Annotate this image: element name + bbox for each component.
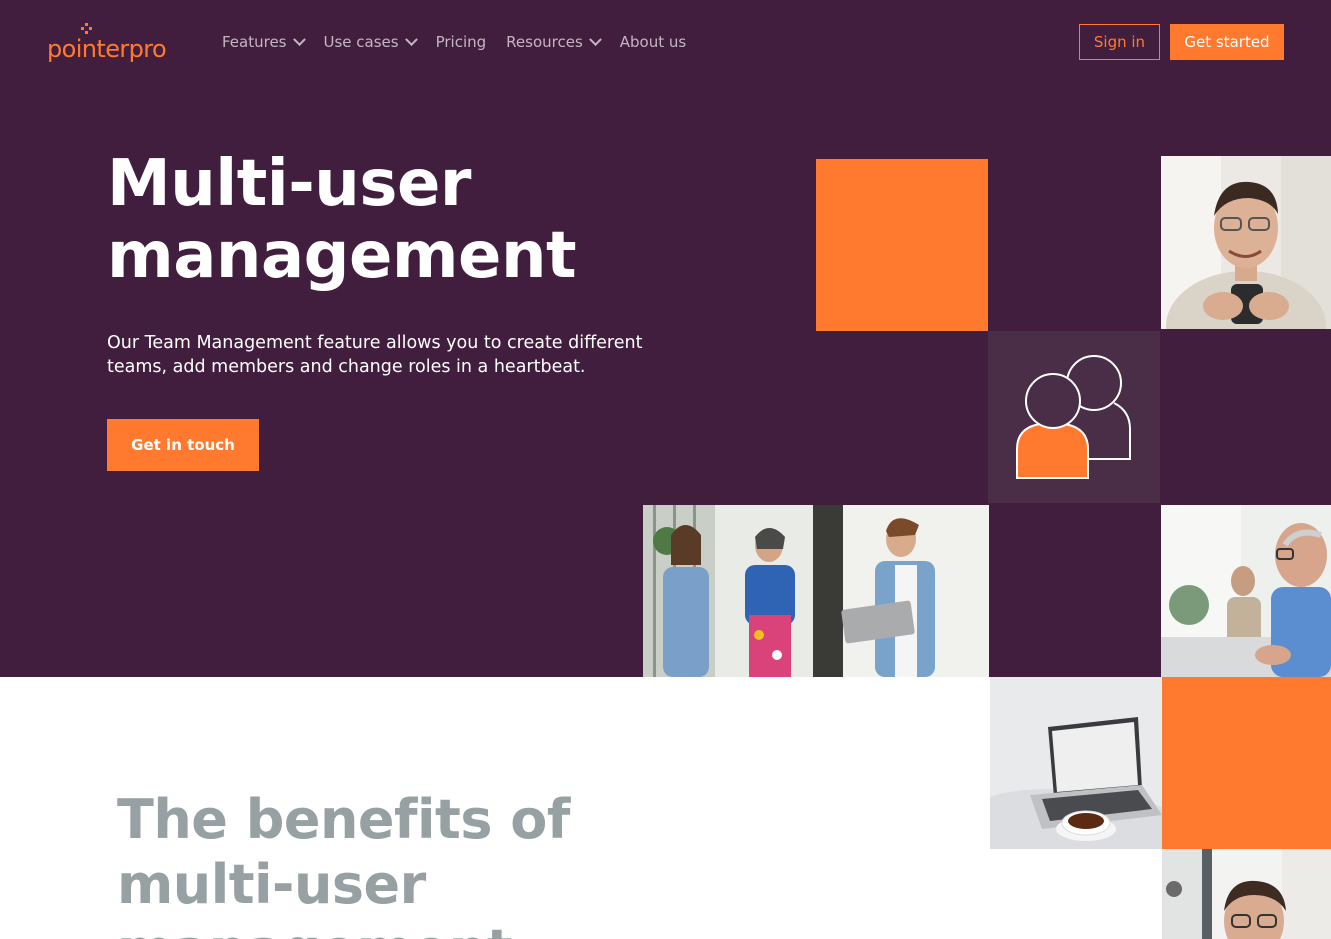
nav-label: Pricing — [435, 33, 487, 51]
team-icon-panel — [988, 331, 1160, 503]
photo-man-with-coffee — [1161, 156, 1331, 329]
photo-office-team-conversation — [643, 505, 989, 677]
sign-in-button[interactable]: Sign in — [1079, 24, 1160, 60]
nav-item-resources[interactable]: Resources — [506, 32, 602, 51]
brand-wordmark: pointerpro — [47, 35, 167, 63]
chevron-down-icon — [404, 32, 418, 46]
get-in-touch-button[interactable]: Get in touch — [107, 419, 259, 471]
nav-label: About us — [619, 33, 687, 51]
logo-mark-icon — [81, 23, 93, 35]
nav-item-about-us[interactable]: About us — [620, 33, 686, 51]
page-title: Multi-user management — [107, 147, 577, 293]
photo-meeting-older-man — [1161, 505, 1331, 677]
get-started-button[interactable]: Get started — [1170, 24, 1284, 60]
chevron-down-icon — [588, 32, 602, 46]
hero-description: Our Team Management feature allows you t… — [107, 333, 643, 377]
nav-label: Use cases — [323, 33, 399, 51]
photo-laptop-and-coffee — [990, 677, 1162, 849]
users-icon — [1016, 355, 1131, 479]
nav-item-features[interactable]: Features — [222, 32, 306, 51]
nav-label: Resources — [506, 33, 583, 51]
photo-man-with-glasses — [1162, 849, 1331, 939]
chevron-down-icon — [292, 32, 306, 46]
decorative-orange-tile — [1162, 677, 1331, 849]
brand-logo[interactable]: pointerpro — [47, 23, 167, 63]
nav-item-pricing[interactable]: Pricing — [436, 33, 487, 51]
benefits-heading: The benefits of multi-user management — [117, 788, 570, 939]
nav-item-use-cases[interactable]: Use cases — [323, 32, 418, 51]
decorative-orange-tile — [816, 159, 988, 331]
nav-label: Features — [222, 33, 287, 51]
main-nav: Features Use cases Pricing Resources Abo… — [222, 30, 706, 54]
